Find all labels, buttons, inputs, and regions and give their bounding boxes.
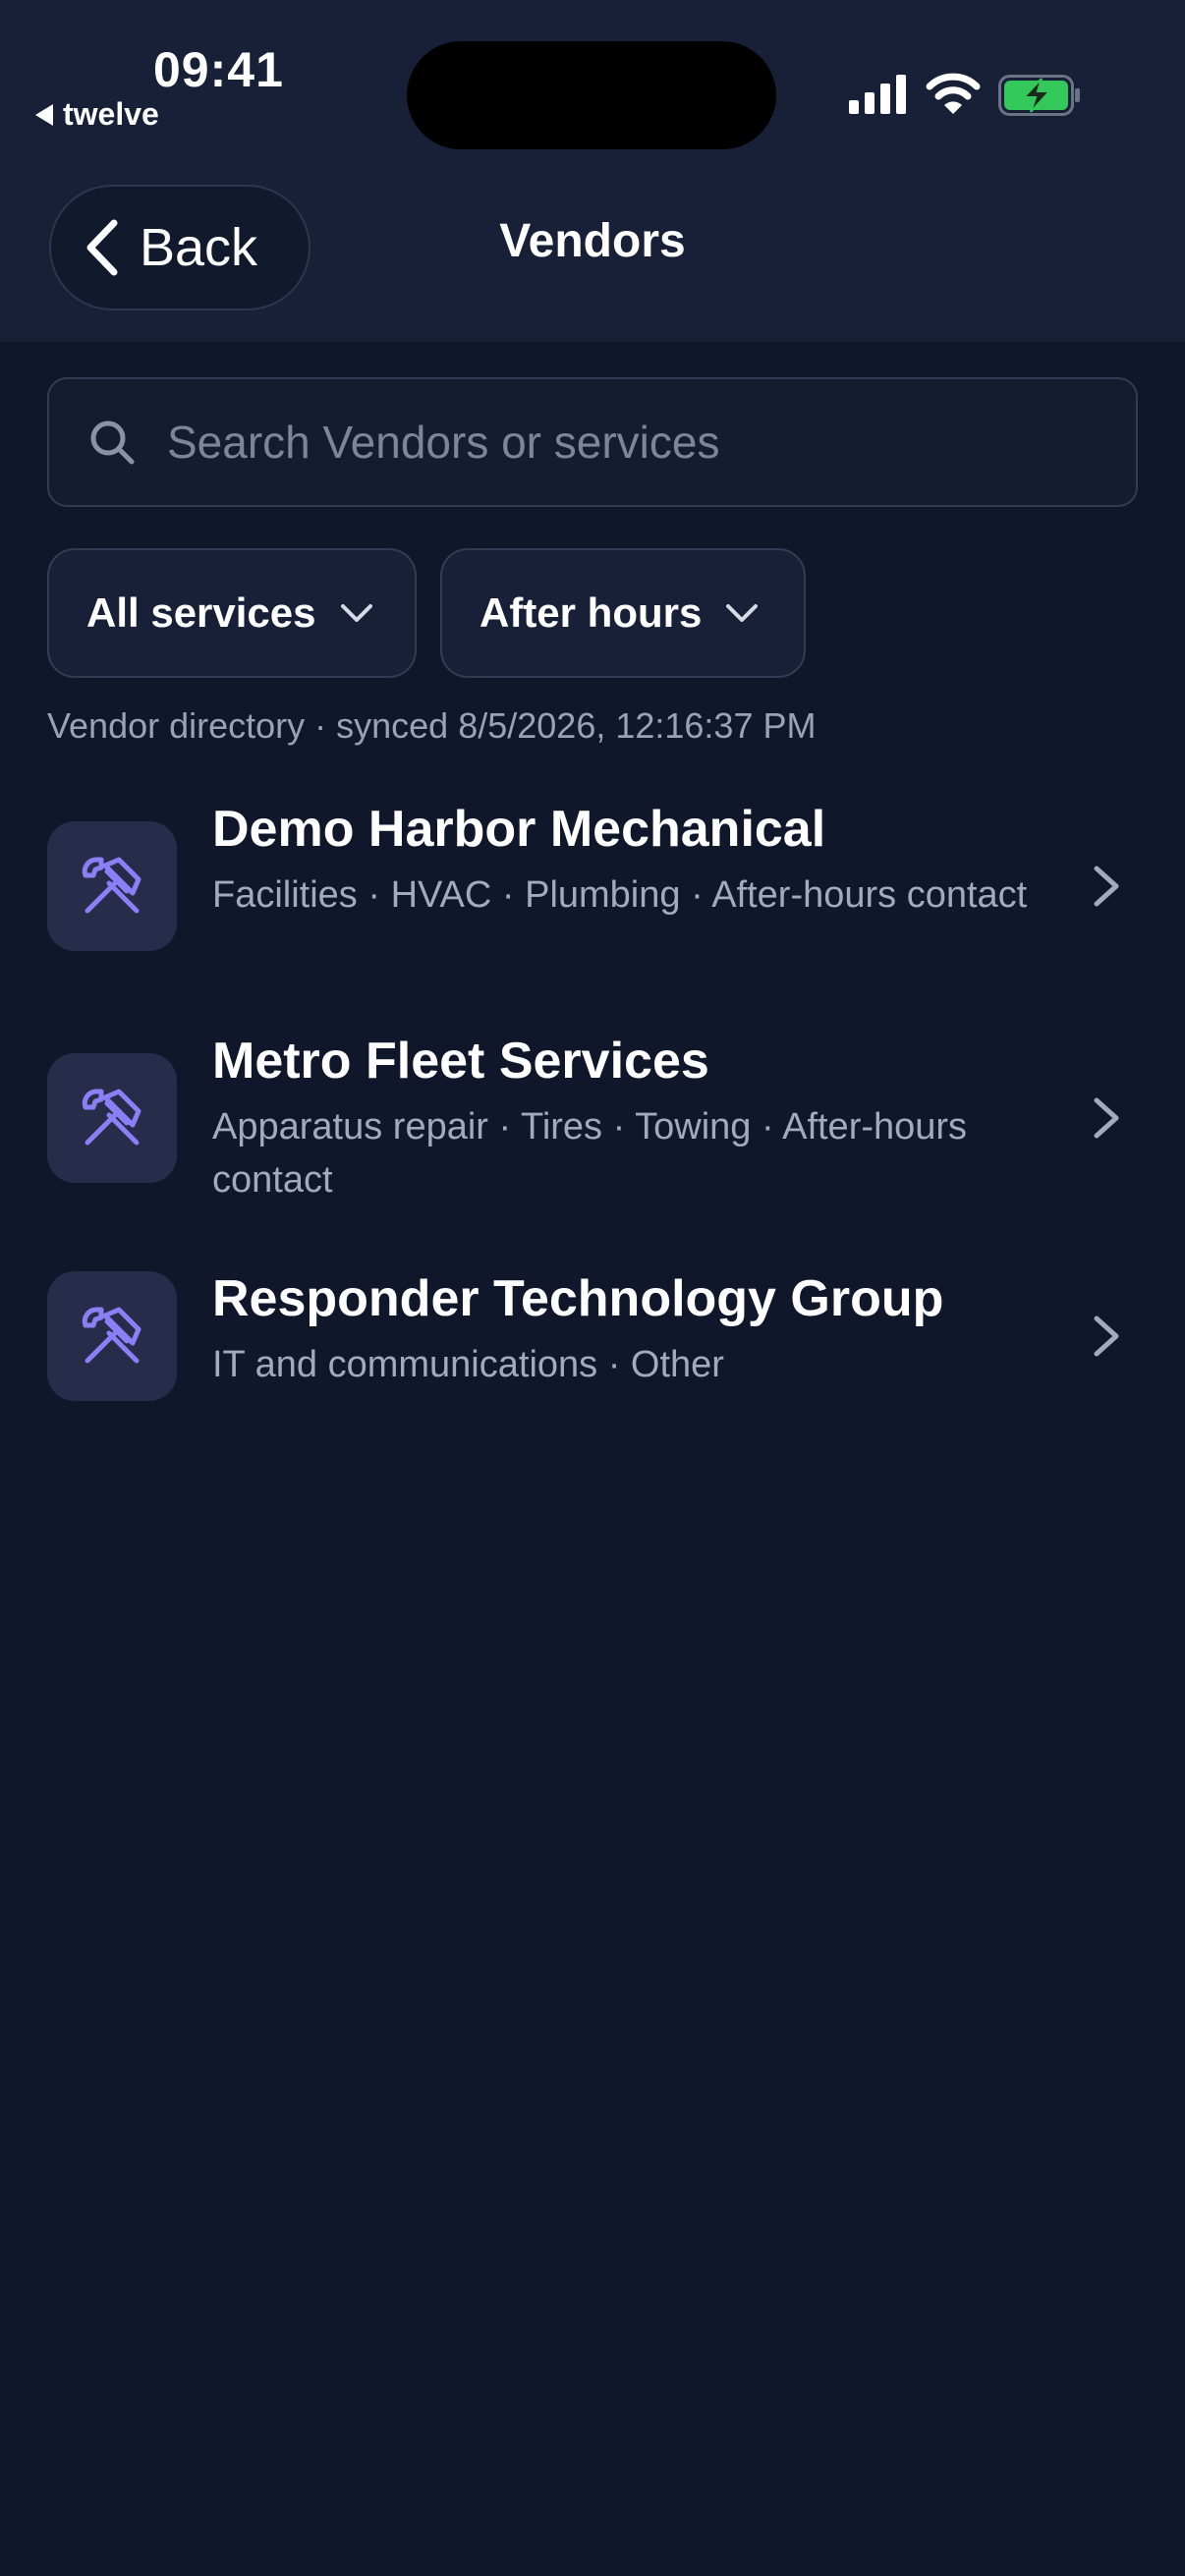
filter-after-hours[interactable]: After hours: [440, 548, 806, 678]
filter-all-services[interactable]: All services: [47, 548, 417, 678]
chevron-down-icon: [726, 604, 759, 622]
filter-label: After hours: [480, 589, 703, 636]
back-triangle-icon: [35, 103, 53, 126]
tools-icon: [82, 1307, 141, 1364]
vendor-services: IT and communications · Other: [212, 1344, 724, 1385]
vendor-row[interactable]: Metro Fleet Services Apparatus repair · …: [0, 1028, 1185, 1214]
tools-icon: [82, 1089, 141, 1146]
vendor-avatar: [47, 1053, 177, 1183]
cellular-signal-icon: [849, 75, 906, 114]
status-time: 09:41: [153, 42, 284, 97]
wifi-icon: [926, 73, 981, 114]
vendor-services: Facilities · HVAC · Plumbing · After-hou…: [212, 874, 1028, 916]
return-app-label: twelve: [63, 96, 159, 132]
filter-label: All services: [86, 589, 316, 636]
search-icon: [90, 420, 135, 465]
tools-icon: [82, 857, 141, 914]
vendor-row[interactable]: Demo Harbor Mechanical Facilities · HVAC…: [0, 796, 1185, 982]
navigation-header: 09:41 twelve Back Vendors: [0, 0, 1185, 342]
sync-status: Vendor directory · synced 8/5/2026, 12:1…: [47, 705, 817, 746]
vendor-services: Apparatus repair · Tires · Towing · Afte…: [212, 1106, 968, 1201]
battery-charging-icon: [998, 75, 1080, 116]
chevron-right-icon: [1094, 1316, 1119, 1357]
vendor-name: Metro Fleet Services: [212, 1033, 709, 1090]
chevron-down-icon: [340, 604, 372, 622]
dynamic-island: [407, 41, 776, 149]
vendor-row[interactable]: Responder Technology Group IT and commun…: [0, 1269, 1185, 1403]
chevron-right-icon: [1094, 1097, 1119, 1139]
vendor-name: Responder Technology Group: [212, 1270, 944, 1327]
search-input[interactable]: [165, 415, 1136, 470]
return-to-app-link[interactable]: twelve: [35, 96, 159, 133]
vendor-avatar: [47, 1271, 177, 1401]
chevron-right-icon: [1094, 866, 1119, 907]
search-bar[interactable]: [47, 377, 1138, 507]
vendor-name: Demo Harbor Mechanical: [212, 801, 826, 858]
page-title: Vendors: [499, 215, 686, 267]
vendor-avatar: [47, 821, 177, 951]
